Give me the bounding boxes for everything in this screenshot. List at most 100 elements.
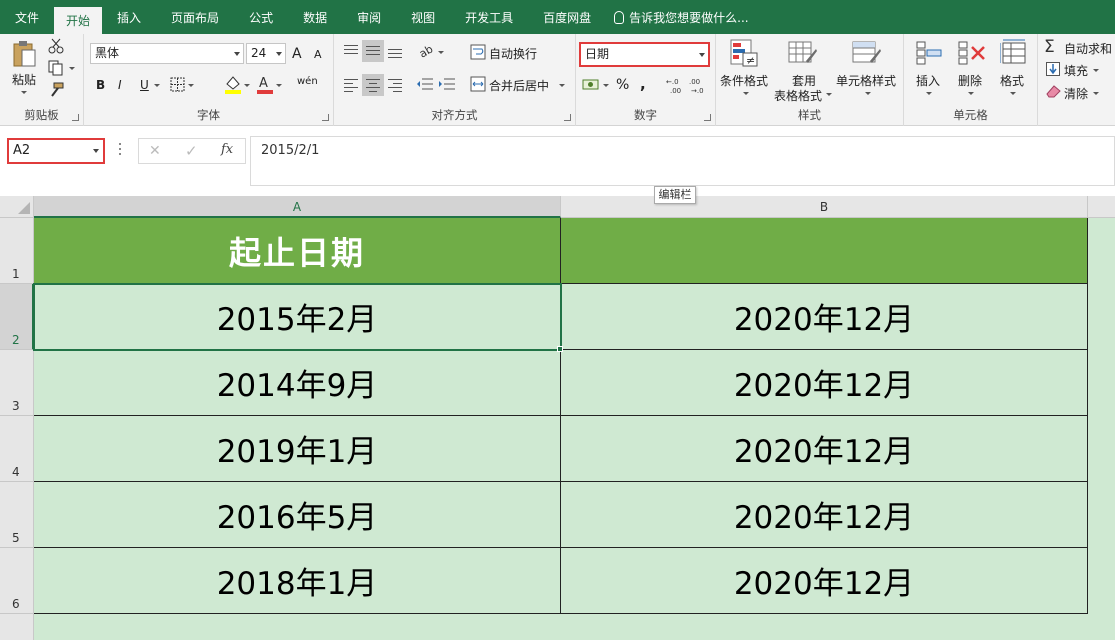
cell-b1[interactable] (561, 218, 1088, 284)
tell-me-search[interactable]: 告诉我您想要做什么... (606, 0, 749, 34)
fill-color-icon[interactable] (224, 74, 242, 97)
name-box[interactable]: A2 (7, 138, 105, 164)
cell-b2[interactable]: 2020年12月 (561, 284, 1088, 350)
underline-button[interactable]: U (140, 78, 149, 92)
conditional-formatting-button[interactable]: 条件格式 (720, 72, 768, 89)
align-bottom-icon[interactable] (386, 42, 404, 60)
number-launcher-icon[interactable] (704, 114, 711, 121)
tab-formulas[interactable]: 公式 (234, 0, 288, 34)
merge-center-icon[interactable] (470, 76, 486, 95)
clear-dropdown-icon[interactable] (1093, 92, 1099, 95)
increase-indent-icon[interactable] (438, 76, 456, 97)
cell-b6[interactable]: 2020年12月 (561, 548, 1088, 614)
cut-icon[interactable] (48, 38, 64, 57)
paste-dropdown-icon[interactable] (21, 91, 27, 94)
shrink-font-button[interactable]: A (314, 48, 322, 61)
accounting-dropdown-icon[interactable] (603, 84, 609, 87)
align-top-icon[interactable] (342, 42, 360, 60)
tab-home[interactable]: 开始 (54, 7, 103, 34)
font-color-icon[interactable]: A (256, 74, 274, 97)
paste-icon[interactable] (12, 40, 36, 70)
align-center-icon[interactable] (362, 74, 384, 96)
insert-function-icon[interactable]: fx (221, 142, 233, 157)
autosum-button[interactable]: 自动求和 (1064, 40, 1112, 57)
fill-color-dropdown-icon[interactable] (244, 84, 250, 87)
enter-check-icon[interactable]: ✓ (185, 142, 198, 160)
name-box-chevron-down-icon[interactable] (93, 149, 99, 153)
decrease-indent-icon[interactable] (416, 76, 434, 97)
tab-developer[interactable]: 开发工具 (450, 0, 528, 34)
delete-cells-icon[interactable] (958, 39, 986, 70)
cell-b4[interactable]: 2020年12月 (561, 416, 1088, 482)
borders-dropdown-icon[interactable] (188, 84, 194, 87)
conditional-formatting-dropdown-icon[interactable] (743, 92, 749, 95)
insert-cells-dropdown-icon[interactable] (926, 92, 932, 95)
tab-baidu-netdisk[interactable]: 百度网盘 (528, 0, 606, 34)
more-options-icon[interactable] (119, 143, 122, 157)
column-header-c[interactable] (1088, 196, 1115, 218)
row-7-area[interactable] (34, 614, 1088, 640)
format-cells-button[interactable]: 格式 (1000, 72, 1024, 89)
row-header-7[interactable] (0, 614, 34, 640)
cell-b5[interactable]: 2020年12月 (561, 482, 1088, 548)
cell-styles-icon[interactable] (852, 39, 882, 70)
accounting-format-icon[interactable] (582, 77, 600, 96)
cell-a2[interactable]: 2015年2月 (33, 283, 562, 351)
insert-cells-button[interactable]: 插入 (916, 72, 940, 89)
decrease-decimal-icon[interactable]: .00 →.0 (689, 76, 709, 97)
fill-down-icon[interactable] (1046, 62, 1060, 79)
font-color-dropdown-icon[interactable] (276, 84, 282, 87)
eraser-icon[interactable] (1046, 84, 1062, 101)
borders-icon[interactable] (170, 77, 185, 95)
delete-cells-dropdown-icon[interactable] (968, 92, 974, 95)
row-header-5[interactable]: 5 (0, 482, 34, 548)
column-c-area[interactable] (1088, 218, 1115, 640)
row-header-6[interactable]: 6 (0, 548, 34, 614)
align-left-icon[interactable] (342, 76, 360, 94)
clear-button[interactable]: 清除 (1064, 85, 1088, 102)
row-header-2[interactable]: 2 (0, 284, 34, 350)
orientation-icon[interactable]: ab (417, 42, 436, 63)
bold-button[interactable]: B (96, 78, 105, 92)
cell-a6[interactable]: 2018年1月 (34, 548, 561, 614)
cell-a4[interactable]: 2019年1月 (34, 416, 561, 482)
copy-dropdown-icon[interactable] (69, 67, 75, 70)
tab-data[interactable]: 数据 (288, 0, 342, 34)
alignment-launcher-icon[interactable] (564, 114, 571, 121)
grow-font-button[interactable]: A (292, 46, 302, 62)
format-as-table-icon[interactable] (788, 39, 818, 70)
fill-dropdown-icon[interactable] (1093, 69, 1099, 72)
column-header-a[interactable]: A (34, 196, 561, 218)
cell-a1[interactable]: 起止日期 (34, 218, 561, 284)
cell-b3[interactable]: 2020年12月 (561, 350, 1088, 416)
format-cells-dropdown-icon[interactable] (1010, 92, 1016, 95)
font-launcher-icon[interactable] (322, 114, 329, 121)
tab-view[interactable]: 视图 (396, 0, 450, 34)
merge-center-dropdown-icon[interactable] (559, 84, 565, 87)
fill-button[interactable]: 填充 (1064, 62, 1088, 79)
align-middle-icon[interactable] (362, 40, 384, 62)
underline-dropdown-icon[interactable] (154, 84, 160, 87)
conditional-formatting-icon[interactable]: ≠ (730, 39, 758, 70)
phonetic-guide-button[interactable]: wén (297, 76, 318, 87)
copy-icon[interactable] (48, 60, 64, 79)
italic-button[interactable]: I (118, 78, 122, 92)
fill-handle[interactable] (557, 346, 563, 352)
delete-cells-button[interactable]: 删除 (958, 72, 982, 89)
autosum-icon[interactable]: Σ (1044, 37, 1055, 57)
cancel-icon[interactable]: ✕ (149, 143, 161, 159)
format-cells-icon[interactable] (999, 39, 1028, 70)
orientation-dropdown-icon[interactable] (438, 51, 444, 54)
merge-center-button[interactable]: 合并后居中 (489, 77, 549, 94)
clipboard-launcher-icon[interactable] (72, 114, 79, 121)
cell-styles-button[interactable]: 单元格样式 (836, 72, 896, 89)
select-all-corner[interactable] (0, 196, 34, 218)
wrap-text-button[interactable]: 自动换行 (489, 45, 537, 62)
format-painter-icon[interactable] (48, 82, 64, 101)
row-header-1[interactable]: 1 (0, 218, 34, 284)
row-header-3[interactable]: 3 (0, 350, 34, 416)
tab-insert[interactable]: 插入 (102, 0, 156, 34)
tab-file[interactable]: 文件 (0, 0, 54, 34)
wrap-text-icon[interactable] (470, 44, 486, 63)
tab-page-layout[interactable]: 页面布局 (156, 0, 234, 34)
